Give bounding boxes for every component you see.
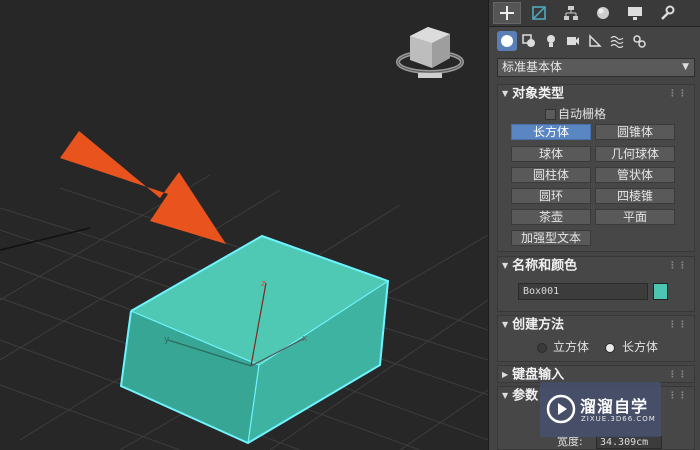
wrench-icon [661, 5, 675, 20]
autogrid-label: 自动栅格 [558, 107, 607, 121]
shapes-button[interactable] [519, 31, 539, 51]
object-name-field[interactable]: Box001 [518, 283, 648, 300]
geometry-button[interactable] [497, 31, 517, 51]
cylinder-button[interactable]: 圆柱体 [511, 167, 591, 183]
drag-handle-icon: ⋮⋮ [668, 370, 688, 380]
gears-icon [633, 35, 646, 48]
axis-label-y: y [164, 335, 170, 345]
width-spinner[interactable]: 34.309cm [596, 436, 662, 449]
creation-method-title: 创建方法 [512, 317, 565, 333]
collapse-triangle-icon: ▼ [502, 320, 509, 329]
object-category-icons [489, 28, 700, 54]
annotation-arrow [60, 131, 226, 244]
box-radio[interactable] [605, 343, 615, 353]
viewport-scene: z x y [0, 27, 488, 450]
box-button[interactable]: 长方体 [511, 124, 591, 140]
torus-button[interactable]: 圆环 [511, 188, 591, 204]
sphere-icon [501, 35, 513, 47]
command-panel-tabs [489, 0, 700, 27]
tape-measure-icon [589, 34, 602, 47]
object-type-title: 对象类型 [512, 86, 565, 102]
shapes-icon [522, 34, 535, 47]
systems-button[interactable] [629, 31, 649, 51]
name-color-header[interactable]: ▼ 名称和颜色 ⋮⋮ [498, 257, 694, 275]
name-color-rollout: ▼ 名称和颜色 ⋮⋮ Box001 [497, 256, 695, 312]
drag-handle-icon: ⋮⋮ [668, 261, 688, 271]
creation-method-header[interactable]: ▼ 创建方法 ⋮⋮ [498, 316, 694, 334]
wave-icon [610, 35, 624, 48]
keyboard-entry-rollout: ▶ 键盘输入 ⋮⋮ [497, 365, 695, 383]
collapse-triangle-icon: ▼ [502, 261, 509, 270]
pyramid-button[interactable]: 四棱锥 [595, 188, 675, 204]
utilities-tab[interactable] [653, 2, 681, 24]
watermark-brand: 溜溜自学 [580, 397, 649, 416]
perspective-viewport[interactable]: z x y [0, 0, 488, 450]
create-tab[interactable] [493, 2, 521, 24]
plane-button[interactable]: 平面 [595, 209, 675, 225]
category-dropdown[interactable]: 标准基本体 ▼ [497, 58, 695, 77]
watermark-url: ZIXUE.3D66.COM [581, 415, 656, 423]
width-label: 宽度: [557, 435, 583, 448]
tube-button[interactable]: 管状体 [595, 167, 675, 183]
display-tab[interactable] [621, 2, 649, 24]
cameras-button[interactable] [563, 31, 583, 51]
keyboard-entry-title: 键盘输入 [512, 367, 565, 383]
world-axis-line [0, 227, 91, 251]
motion-icon [597, 7, 609, 19]
watermark-badge: 溜溜自学 ZIXUE.3D66.COM [540, 382, 661, 437]
object-type-rollout: ▼ 对象类型 ⋮⋮ 自动栅格 长方体 圆锥体 球体 几何球体 圆柱体 管状体 圆环… [497, 84, 695, 252]
name-color-title: 名称和颜色 [512, 258, 578, 274]
hierarchy-tab[interactable] [557, 2, 585, 24]
object-color-swatch[interactable] [653, 283, 668, 300]
box-object[interactable] [119, 234, 390, 445]
lightbulb-icon [547, 35, 555, 47]
modify-icon [532, 6, 546, 20]
drag-handle-icon: ⋮⋮ [668, 89, 688, 99]
box-radio-label: 长方体 [622, 340, 659, 354]
cube-radio-label: 立方体 [553, 340, 590, 354]
autogrid-checkbox[interactable] [545, 109, 556, 120]
display-icon [628, 7, 642, 20]
geosphere-button[interactable]: 几何球体 [595, 146, 675, 162]
teapot-button[interactable]: 茶壶 [511, 209, 591, 225]
lights-button[interactable] [541, 31, 561, 51]
spacewarps-button[interactable] [607, 31, 627, 51]
camera-icon [567, 37, 579, 45]
modify-tab[interactable] [525, 2, 553, 24]
cube-radio[interactable] [537, 343, 547, 353]
expand-triangle-icon: ▶ [502, 370, 509, 379]
axis-label-x: x [302, 334, 308, 344]
chevron-down-icon: ▼ [682, 62, 689, 72]
sphere-button[interactable]: 球体 [511, 146, 591, 162]
parameters-title: 参数 [512, 388, 539, 404]
collapse-triangle-icon: ▼ [502, 89, 509, 98]
viewcube[interactable] [396, 27, 464, 78]
text-plus-button[interactable]: 加强型文本 [511, 230, 591, 246]
category-dropdown-value: 标准基本体 [502, 60, 563, 74]
creation-method-rollout: ▼ 创建方法 ⋮⋮ 立方体 长方体 [497, 315, 695, 362]
collapse-triangle-icon: ▼ [502, 391, 509, 400]
axis-label-z: z [261, 279, 266, 289]
helpers-button[interactable] [585, 31, 605, 51]
drag-handle-icon: ⋮⋮ [668, 391, 688, 401]
object-type-header[interactable]: ▼ 对象类型 ⋮⋮ [498, 85, 694, 103]
hierarchy-icon [564, 6, 578, 20]
play-logo-icon [546, 394, 576, 424]
plus-icon [500, 6, 514, 20]
drag-handle-icon: ⋮⋮ [668, 320, 688, 330]
cone-button[interactable]: 圆锥体 [595, 124, 675, 140]
motion-tab[interactable] [589, 2, 617, 24]
